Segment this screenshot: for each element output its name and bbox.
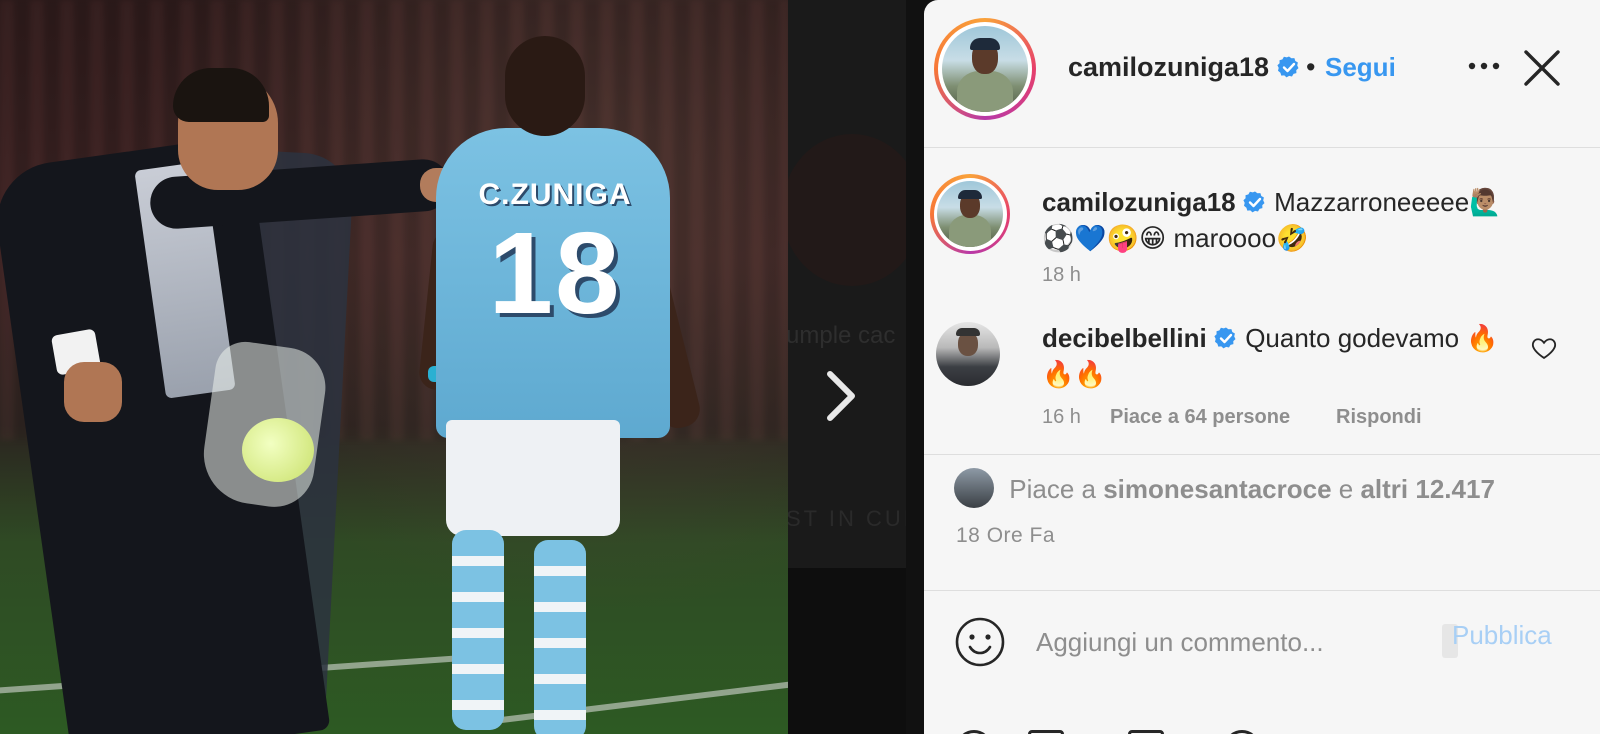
verified-badge-icon: [1243, 191, 1265, 213]
comment-likes[interactable]: Piace a 64 persone: [1110, 406, 1290, 429]
publish-button[interactable]: Pubblica: [1452, 620, 1552, 651]
comment-time: 16 h: [1042, 406, 1081, 428]
close-icon[interactable]: [1522, 48, 1562, 88]
next-post-button[interactable]: [812, 368, 868, 424]
liker-username[interactable]: simonesantacroce: [1103, 474, 1331, 504]
caption-time: 18 h: [1042, 264, 1081, 286]
like-icon[interactable]: [956, 730, 992, 734]
verified-badge-icon: [1214, 327, 1236, 349]
caption-line1: Mazzarroneeeee🙋🏽‍♂️: [1274, 187, 1502, 217]
comment-bar: Pubblica: [924, 590, 1600, 702]
follow-button[interactable]: Segui: [1325, 52, 1396, 83]
pitch-line: [480, 680, 788, 726]
ball: [242, 418, 314, 482]
likes-summary[interactable]: Piace a simonesantacroce e altri 12.417: [954, 468, 1574, 508]
jersey-number: 18: [488, 208, 622, 338]
comment-icon[interactable]: [1028, 730, 1064, 734]
preview-text: ST IN CUI: [788, 506, 906, 531]
share-icon[interactable]: [1128, 730, 1164, 734]
player-shorts: [446, 420, 620, 536]
player-sock: [452, 530, 504, 730]
emoji-icon[interactable]: [954, 616, 1006, 668]
caption-username[interactable]: camilozuniga18: [1042, 187, 1236, 217]
caption-line2: ⚽💙🤪😁 maroooo🤣: [1042, 223, 1309, 253]
header-separator: •: [1306, 52, 1316, 82]
likes-prefix: Piace a: [1009, 474, 1096, 504]
caption-text: camilozuniga18 Mazzarroneeeee🙋🏽‍♂️ ⚽💙🤪😁 …: [1042, 184, 1562, 256]
comment-body-line2: 🔥🔥: [1042, 359, 1107, 389]
post-photo[interactable]: C.ZUNIGA 18: [0, 0, 788, 734]
comment-body: Quanto godevamo 🔥: [1245, 323, 1499, 353]
post-header: camilozuniga18 • Segui: [924, 0, 1600, 148]
comment-username[interactable]: decibelbellini: [1042, 323, 1207, 353]
like-comment-heart-icon[interactable]: [1530, 334, 1558, 362]
likes-others[interactable]: altri 12.417: [1360, 474, 1494, 504]
comment-text: decibelbellini Quanto godevamo 🔥 🔥🔥: [1042, 320, 1512, 392]
action-bar: [924, 712, 1600, 734]
chevron-right-icon: [827, 371, 855, 421]
post-side-panel: camilozuniga18 • Segui camilozuniga18 Ma…: [924, 0, 1600, 734]
liker-avatar[interactable]: [954, 468, 994, 508]
player-sock: [534, 540, 586, 734]
preview-text: umple cac: [788, 322, 896, 349]
comment-input[interactable]: [1036, 620, 1416, 664]
preview-image: [788, 134, 906, 286]
more-options-icon[interactable]: [1464, 54, 1504, 78]
coach-hair: [173, 68, 269, 122]
post-time-ago: 18 Ore Fa: [956, 524, 1056, 547]
caption-avatar[interactable]: [930, 174, 1010, 254]
header-username-text: camilozuniga18: [1068, 52, 1270, 82]
divider: [924, 454, 1600, 455]
save-icon[interactable]: [1224, 730, 1260, 734]
player-head: [505, 36, 585, 136]
header-avatar[interactable]: [934, 18, 1036, 120]
reply-button[interactable]: Rispondi: [1336, 406, 1422, 429]
verified-badge-icon: [1276, 56, 1299, 78]
header-username[interactable]: camilozuniga18: [1068, 52, 1301, 83]
coach-hand: [64, 362, 122, 422]
likes-conj: e: [1338, 474, 1354, 504]
next-post-preview: umple cac ST IN CUI: [788, 0, 906, 734]
commenter-avatar[interactable]: [936, 322, 1000, 386]
